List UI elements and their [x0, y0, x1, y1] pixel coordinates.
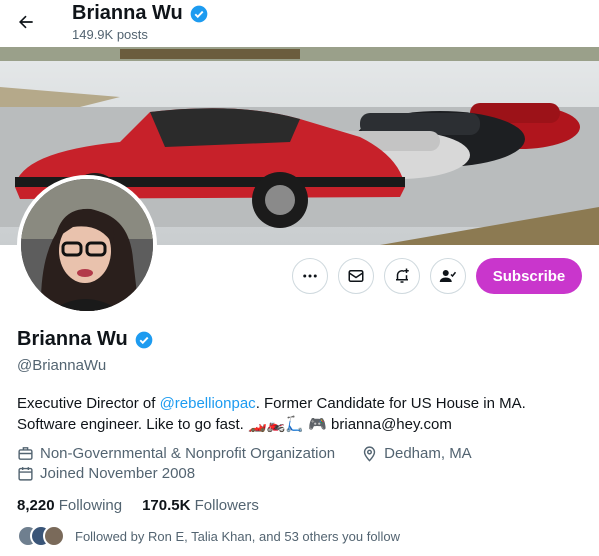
profile-joined-row: Joined November 2008	[17, 465, 195, 482]
location-icon	[363, 446, 376, 462]
avatar-image	[21, 179, 153, 311]
followed-by-row[interactable]: Followed by Ron E, Talia Khan, and 53 ot…	[17, 525, 400, 547]
verified-badge-icon	[190, 5, 208, 22]
following-count: 8,220	[17, 497, 55, 514]
profile-bio: Executive Director of @rebellionpac. For…	[17, 393, 582, 435]
header-post-count: 149.9K posts	[72, 27, 148, 42]
following-button[interactable]	[430, 258, 466, 294]
profile-location: Dedham, MA	[384, 445, 472, 462]
profile-category: Non-Governmental & Nonprofit Organizatio…	[40, 445, 336, 462]
bio-email: brianna@hey.com	[326, 416, 452, 433]
envelope-icon	[348, 270, 364, 282]
bio-emoji: 🏎️🏍️🛴 🎮	[247, 416, 327, 433]
followers-label: Followers	[194, 497, 259, 514]
bio-text: Executive Director of	[17, 395, 160, 412]
briefcase-icon	[18, 447, 33, 460]
followers-count: 170.5K	[142, 497, 191, 514]
calendar-icon	[18, 467, 33, 481]
more-button[interactable]	[292, 258, 328, 294]
following-label: Following	[58, 497, 123, 514]
profile-meta: Non-Governmental & Nonprofit Organizatio…	[17, 445, 472, 462]
profile-joined: Joined November 2008	[40, 465, 196, 482]
followers-link[interactable]: 170.5K Followers	[142, 497, 259, 514]
profile-name: Brianna Wu	[17, 328, 128, 350]
bio-mention-link[interactable]: @rebellionpac	[160, 395, 256, 412]
profile-name-row: Brianna Wu	[17, 328, 154, 351]
person-check-icon	[439, 270, 457, 282]
message-button[interactable]	[338, 258, 374, 294]
subscribe-button[interactable]: Subscribe	[476, 258, 582, 294]
header-title: Brianna Wu	[72, 2, 209, 25]
profile-actions: Subscribe	[292, 258, 582, 294]
more-icon	[303, 274, 317, 278]
verified-badge-icon[interactable]	[134, 330, 154, 350]
profile-avatar[interactable]	[17, 175, 157, 315]
profile-handle: @BriannaWu	[17, 357, 107, 374]
bell-plus-icon	[396, 268, 409, 283]
followed-by-text: Followed by Ron E, Talia Khan, and 53 ot…	[75, 528, 400, 544]
header-name: Brianna Wu	[72, 2, 183, 24]
notifications-button[interactable]	[384, 258, 420, 294]
mutual-avatars	[17, 525, 65, 547]
back-button[interactable]	[8, 4, 44, 40]
top-bar: Brianna Wu 149.9K posts	[0, 0, 599, 47]
arrow-left-icon	[19, 15, 33, 29]
follow-stats: 8,220 Following 170.5K Followers	[17, 497, 259, 514]
following-link[interactable]: 8,220 Following	[17, 497, 122, 514]
mutual-avatar	[43, 525, 65, 547]
